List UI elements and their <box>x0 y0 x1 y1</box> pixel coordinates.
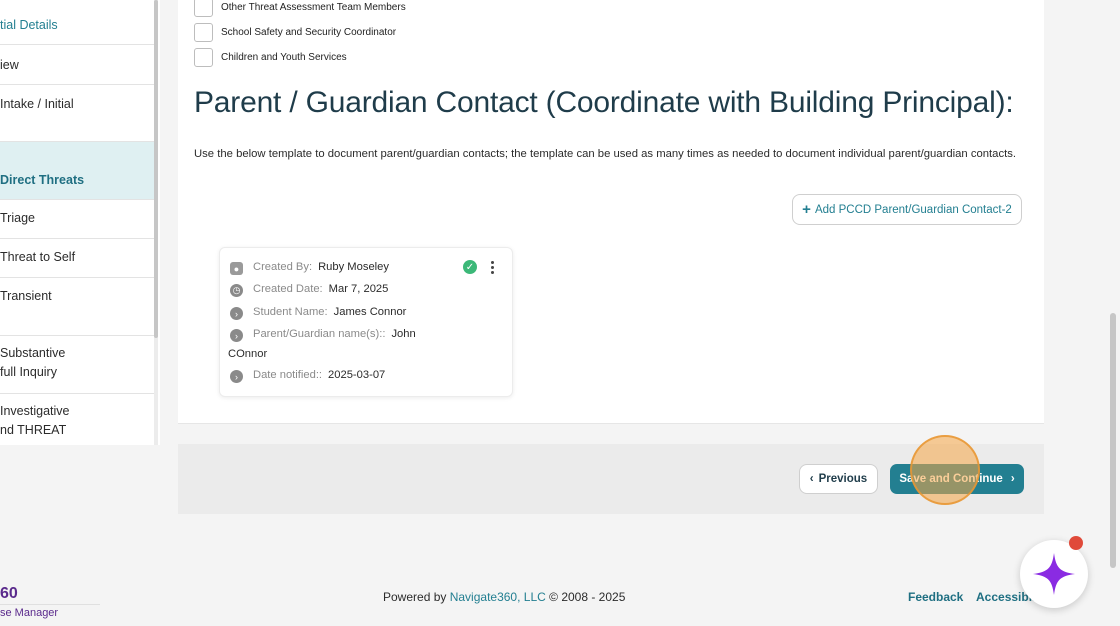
sidebar-item-substantive[interactable]: Substantive full Inquiry <box>0 336 154 394</box>
add-contact-button[interactable]: + Add PCCD Parent/Guardian Contact-2 <box>792 194 1022 225</box>
student-name-row: › Student Name: James Connor <box>230 306 406 320</box>
checkbox-row[interactable]: Children and Youth Services <box>194 48 347 67</box>
sidebar-scrollbar[interactable] <box>154 0 158 338</box>
notification-dot <box>1069 536 1083 550</box>
sidebar-item-label: Investigative <box>0 404 70 418</box>
sidebar-item-label: Substantive <box>0 346 66 360</box>
created-date-row: ◷ Created Date: Mar 7, 2025 <box>230 283 388 297</box>
checkbox[interactable] <box>194 48 213 67</box>
guardian-row: › Parent/Guardian name(s):: John <box>230 328 416 342</box>
sidebar-item-label: Triage <box>0 211 35 225</box>
created-by-row: ● Created By: Ruby Moseley <box>230 261 389 275</box>
arrow-right-icon: › <box>230 329 243 342</box>
check-circle-icon: ✓ <box>463 260 477 274</box>
arrow-right-icon: › <box>230 307 243 320</box>
brand-divider <box>0 604 100 605</box>
more-options-icon[interactable] <box>486 258 498 276</box>
plus-icon: + <box>802 201 811 218</box>
sidebar-item-investigative[interactable]: Investigative nd THREAT <box>0 394 154 445</box>
sidebar-item-threat-to-self[interactable]: Threat to Self <box>0 239 154 278</box>
created-date-label: Created Date: <box>253 283 323 295</box>
sidebar-item-review[interactable]: iew <box>0 45 154 85</box>
checkbox-label: Other Threat Assessment Team Members <box>221 2 406 13</box>
guardian-label: Parent/Guardian name(s):: <box>253 328 386 340</box>
powered-by: Powered by Navigate360, LLC © 2008 - 202… <box>383 590 625 604</box>
page-scrollbar[interactable] <box>1110 313 1116 568</box>
sparkle-icon <box>1033 553 1075 595</box>
sidebar-item-label: Threat to Self <box>0 250 76 264</box>
checkbox-label: School Safety and Security Coordinator <box>221 27 397 38</box>
checkbox-label: Children and Youth Services <box>221 52 347 63</box>
powered-prefix: Powered by <box>383 590 447 604</box>
date-notified-value: 2025-03-07 <box>328 369 386 381</box>
sidebar-item-label: Intake / Initial <box>0 97 74 111</box>
student-name-label: Student Name: <box>253 306 328 318</box>
checkbox[interactable] <box>194 0 213 17</box>
sidebar-item-intake[interactable]: Intake / Initial <box>0 85 154 142</box>
created-by-value: Ruby Moseley <box>318 261 389 273</box>
ai-assistant-button[interactable] <box>1020 540 1088 608</box>
student-name-value: James Connor <box>333 306 407 318</box>
checkbox-row[interactable]: School Safety and Security Coordinator <box>194 23 396 42</box>
date-notified-label: Date notified:: <box>253 369 323 381</box>
sidebar-item-label: full Inquiry <box>0 365 57 379</box>
sidebar-item-label: Transient <box>0 289 52 303</box>
previous-button[interactable]: ‹ Previous <box>799 464 878 494</box>
copyright: © 2008 - 2025 <box>549 590 626 604</box>
navigate360-link[interactable]: Navigate360, LLC <box>450 590 546 604</box>
checkbox[interactable] <box>194 23 213 42</box>
previous-label: Previous <box>818 473 868 485</box>
sidebar-item-initial-details[interactable]: tial Details <box>0 6 154 45</box>
guardian-value-continued: COnnor <box>228 348 268 360</box>
sidebar-item-label: tial Details <box>0 18 58 32</box>
section-title: Parent / Guardian Contact (Coordinate wi… <box>194 86 1014 119</box>
sidebar-item-label: Direct Threats <box>0 173 85 187</box>
clock-icon: ◷ <box>230 284 243 297</box>
user-icon: ● <box>230 262 243 275</box>
arrow-right-icon: › <box>230 370 243 383</box>
checkbox-row[interactable]: Other Threat Assessment Team Members <box>194 0 406 17</box>
save-and-continue-button[interactable]: Save and Continue › <box>890 464 1024 494</box>
chevron-left-icon: ‹ <box>809 473 814 485</box>
date-notified-row: › Date notified:: 2025-03-07 <box>230 369 385 383</box>
sidebar-nav: tial Details iew Intake / Initial Direct… <box>0 0 160 445</box>
contact-card[interactable]: ✓ ● Created By: Ruby Moseley ◷ Created D… <box>219 247 513 397</box>
guardian-row-continued: COnnor <box>228 348 267 360</box>
feedback-link[interactable]: Feedback <box>908 590 963 604</box>
brand-logo: 60 <box>0 585 18 602</box>
brand-subtitle: se Manager <box>0 607 59 619</box>
sidebar-item-direct-threats[interactable]: Direct Threats <box>0 142 154 200</box>
save-label: Save and Continue <box>899 473 1003 485</box>
add-contact-label: Add PCCD Parent/Guardian Contact-2 <box>814 203 1012 216</box>
sidebar-item-label: iew <box>0 58 19 72</box>
created-by-label: Created By: <box>253 261 313 273</box>
created-date-value: Mar 7, 2025 <box>328 283 389 295</box>
chevron-right-icon: › <box>1010 473 1015 485</box>
section-intro: Use the below template to document paren… <box>194 148 1017 160</box>
guardian-value: John <box>391 328 416 340</box>
sidebar-item-transient[interactable]: Transient <box>0 278 154 336</box>
sidebar-item-triage[interactable]: Triage <box>0 200 154 239</box>
sidebar-item-label: nd THREAT <box>0 423 67 437</box>
